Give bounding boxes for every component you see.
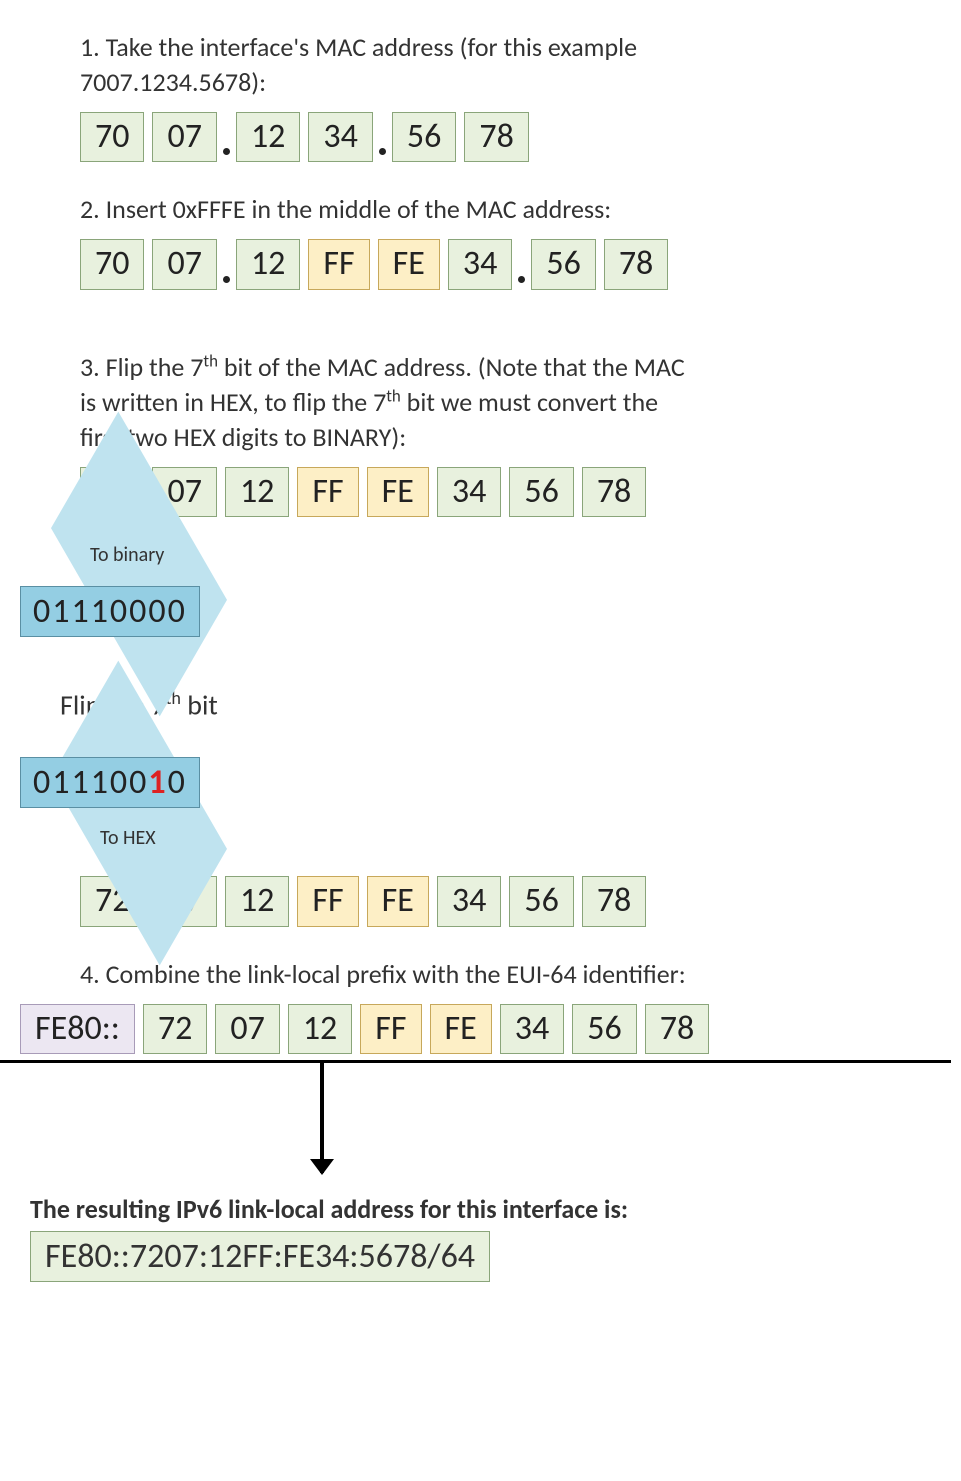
hex-byte: FF [308, 239, 369, 289]
hex-byte: 78 [582, 876, 646, 926]
dot-separator [223, 148, 230, 155]
hex-byte: 34 [437, 467, 501, 517]
prefix-byte: FE80:: [20, 1004, 135, 1054]
result-value: FE80::7207:12FF:FE34:5678/64 [30, 1231, 490, 1282]
hex-byte: FF [297, 876, 358, 926]
hex-byte: 72 [143, 1004, 207, 1054]
hex-byte: FE [430, 1004, 492, 1054]
hex-byte: FF [297, 467, 358, 517]
step3-bytes-after: 720712FFFE345678 [80, 876, 941, 926]
hex-byte: FE [367, 876, 429, 926]
combine-bracket [0, 1060, 951, 1063]
hex-byte: 56 [509, 467, 573, 517]
step4-bytes: FE80::720712FFFE345678 [20, 1004, 941, 1054]
step3-text: 3. Flip the 7th bit of the MAC address. … [80, 350, 880, 455]
hex-byte: 12 [288, 1004, 352, 1054]
step1-text: 1. Take the interface's MAC address (for… [80, 30, 880, 100]
hex-byte: 78 [582, 467, 646, 517]
hex-byte: FE [378, 239, 440, 289]
to-binary-label: To binary [90, 543, 164, 567]
hex-byte: 56 [392, 112, 456, 162]
hex-byte: 12 [236, 112, 300, 162]
hex-byte: 70 [80, 239, 144, 289]
hex-byte: FE [367, 467, 429, 517]
dot-separator [379, 148, 386, 155]
step3-bytes-before: 700712FFFE345678 [80, 467, 941, 517]
combine-arrow-icon [320, 1063, 324, 1173]
hex-byte: 07 [215, 1004, 279, 1054]
step4-text: 4. Combine the link-local prefix with th… [80, 957, 880, 992]
hex-byte: 56 [572, 1004, 636, 1054]
hex-byte: 78 [645, 1004, 709, 1054]
hex-byte: 12 [236, 239, 300, 289]
binary-after: 01110010 [20, 757, 200, 808]
step1-bytes: 7007 1234 5678 [80, 112, 941, 162]
result-title: The resulting IPv6 link-local address fo… [30, 1193, 941, 1225]
hex-byte: 12 [225, 467, 289, 517]
dot-separator [223, 276, 230, 283]
binary-before: 01110000 [20, 586, 200, 637]
hex-byte: 07 [152, 239, 216, 289]
hex-byte: 34 [308, 112, 372, 162]
hex-byte: 34 [500, 1004, 564, 1054]
hex-byte: 70 [80, 112, 144, 162]
hex-byte: 78 [464, 112, 528, 162]
hex-byte: 78 [604, 239, 668, 289]
flip-label: Flip the 7th bit [60, 687, 941, 722]
hex-byte: FF [360, 1004, 421, 1054]
hex-byte: 56 [531, 239, 595, 289]
hex-byte: 12 [225, 876, 289, 926]
hex-byte: 07 [152, 112, 216, 162]
hex-byte: 34 [437, 876, 501, 926]
hex-byte: 34 [448, 239, 512, 289]
dot-separator [518, 276, 525, 283]
step2-bytes: 7007 12FFFE34 5678 [80, 239, 941, 289]
to-hex-label: To HEX [100, 826, 156, 850]
hex-byte: 56 [509, 876, 573, 926]
step2-text: 2. Insert 0xFFFE in the middle of the MA… [80, 192, 880, 227]
